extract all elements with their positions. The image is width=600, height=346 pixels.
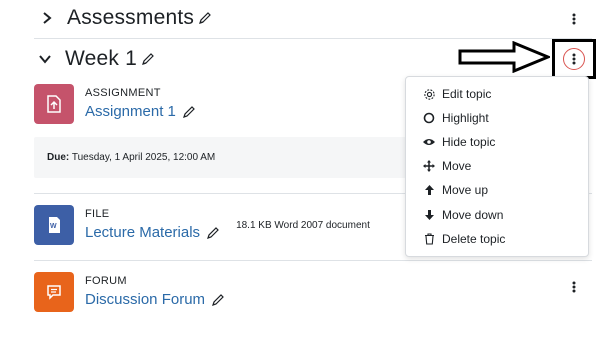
pencil-icon[interactable]	[206, 226, 220, 240]
activity-forum: FORUM Discussion Forum	[34, 272, 225, 312]
section-header-week1: Week 1	[0, 47, 155, 71]
kebab-menu-icon[interactable]	[566, 279, 582, 295]
activity-type: ASSIGNMENT	[85, 87, 161, 99]
forum-icon	[34, 272, 74, 312]
activity-link[interactable]: Assignment 1	[85, 103, 176, 120]
activity-type: FILE	[85, 208, 110, 220]
chevron-right-icon[interactable]	[38, 9, 56, 27]
menu-item-highlight[interactable]: Highlight	[422, 111, 489, 125]
menu-item-move[interactable]: Move	[422, 159, 471, 173]
menu-item-edit-topic[interactable]: Edit topic	[422, 87, 491, 101]
menu-item-label: Hide topic	[442, 135, 496, 149]
menu-item-label: Move up	[442, 183, 489, 197]
trash-icon	[422, 232, 436, 246]
section-header-assessments: Assessments	[0, 6, 212, 30]
section-title[interactable]: Week 1	[65, 47, 137, 71]
activity-link[interactable]: Lecture Materials	[85, 224, 200, 241]
eye-icon	[422, 135, 436, 149]
due-value: Tuesday, 1 April 2025, 12:00 AM	[71, 152, 216, 163]
menu-item-label: Highlight	[442, 111, 489, 125]
section-menu-button[interactable]	[563, 48, 585, 70]
gear-icon	[422, 87, 436, 101]
activity-link[interactable]: Discussion Forum	[85, 291, 205, 308]
menu-item-label: Delete topic	[442, 232, 506, 246]
circle-icon	[422, 111, 436, 125]
file-meta: 18.1 KB Word 2007 document	[236, 220, 370, 231]
menu-item-move-up[interactable]: Move up	[422, 183, 488, 197]
svg-text:W: W	[50, 223, 57, 230]
divider	[34, 260, 592, 261]
kebab-menu-icon[interactable]	[566, 11, 582, 27]
menu-item-label: Move	[442, 159, 472, 173]
menu-item-label: Move down	[442, 208, 504, 222]
pencil-icon[interactable]	[211, 293, 225, 307]
activity-type: FORUM	[85, 275, 127, 287]
pointer-arrow-icon	[458, 41, 550, 73]
due-date: Due: Tuesday, 1 April 2025, 12:00 AM	[47, 152, 215, 163]
pencil-icon[interactable]	[182, 105, 196, 119]
pencil-icon[interactable]	[141, 52, 155, 66]
section-title[interactable]: Assessments	[67, 6, 194, 30]
arrow-up-icon	[422, 183, 436, 197]
menu-item-delete-topic[interactable]: Delete topic	[422, 232, 505, 246]
section-dropdown-menu: Edit topic Highlight Hide topic Move Mov…	[405, 76, 589, 257]
assignment-icon	[34, 84, 74, 124]
pencil-icon[interactable]	[198, 11, 212, 25]
word-file-icon: W	[34, 205, 74, 245]
menu-item-label: Edit topic	[442, 87, 492, 101]
chevron-down-icon[interactable]	[36, 50, 54, 68]
kebab-menu-icon	[572, 53, 576, 65]
activity-assignment: ASSIGNMENT Assignment 1	[34, 84, 196, 124]
divider	[34, 38, 592, 39]
move-arrows-icon	[422, 159, 436, 173]
due-date-box: Due: Tuesday, 1 April 2025, 12:00 AM	[34, 137, 406, 178]
menu-item-move-down[interactable]: Move down	[422, 208, 503, 222]
activity-file: W FILE Lecture Materials 18.1 KB Word 20…	[34, 205, 370, 245]
due-label: Due:	[47, 152, 70, 163]
menu-item-hide-topic[interactable]: Hide topic	[422, 135, 495, 149]
arrow-down-icon	[422, 208, 436, 222]
section-menu-highlight	[552, 39, 596, 79]
